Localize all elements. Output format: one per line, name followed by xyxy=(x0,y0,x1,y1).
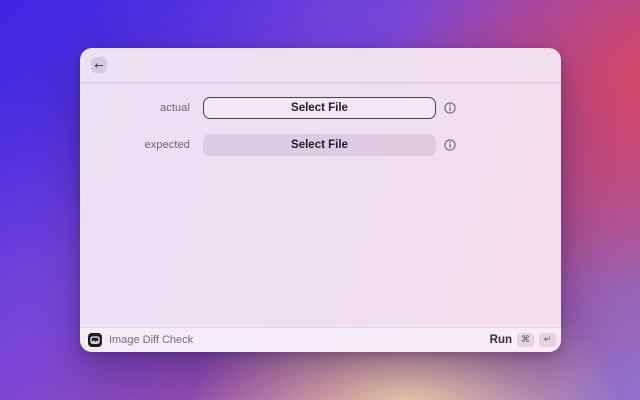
select-file-button-actual[interactable]: Select File xyxy=(203,97,436,119)
run-label: Run xyxy=(490,334,512,346)
action-bar: Image Diff Check Run ⌘ ↵ xyxy=(80,327,561,352)
back-arrow-icon: ← xyxy=(94,60,103,71)
image-app-icon xyxy=(88,333,102,347)
run-button[interactable]: Run ⌘ ↵ xyxy=(490,333,556,347)
info-icon[interactable] xyxy=(444,139,456,151)
field-label-actual: actual xyxy=(80,102,190,114)
back-button[interactable]: ← xyxy=(91,57,107,73)
form-row-actual: actual Select File xyxy=(80,97,561,119)
form-row-expected: expected Select File xyxy=(80,134,561,156)
info-icon[interactable] xyxy=(444,102,456,114)
command-title: Image Diff Check xyxy=(109,334,193,346)
command-key-icon: ⌘ xyxy=(517,333,534,347)
return-key-icon: ↵ xyxy=(539,333,556,347)
form-content: actual Select File expected Select File xyxy=(80,83,561,327)
desktop-wallpaper: { "background": { "gradient_colors": ["#… xyxy=(0,0,640,400)
window-header: ← xyxy=(80,48,561,83)
select-file-button-expected[interactable]: Select File xyxy=(203,134,436,156)
app-window: ← actual Select File expected Select Fil… xyxy=(80,48,561,352)
field-label-expected: expected xyxy=(80,139,190,151)
